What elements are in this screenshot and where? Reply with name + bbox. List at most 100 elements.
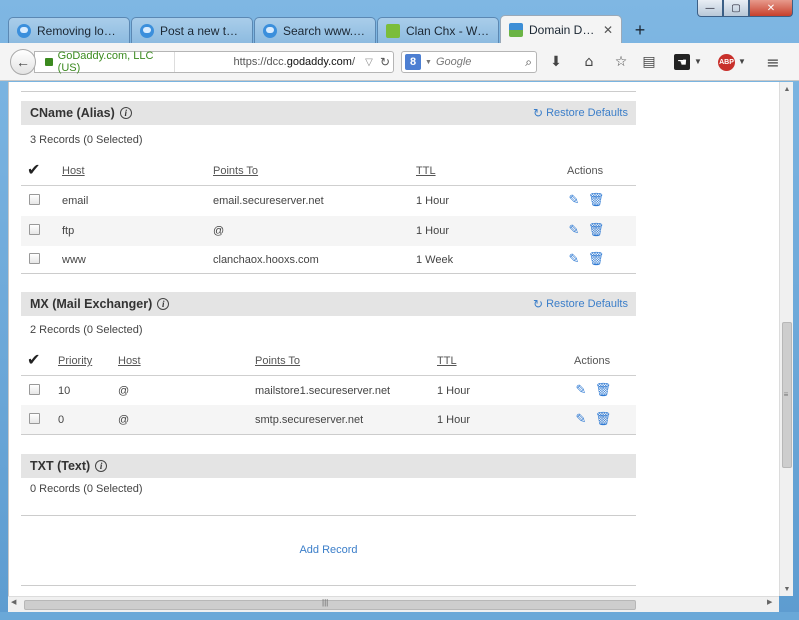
select-all-checkmark-icon[interactable]: ✔ bbox=[27, 160, 40, 179]
trash-icon[interactable]: 🗑 bbox=[588, 223, 605, 238]
ttl-cell: 1 Hour bbox=[416, 225, 450, 237]
trash-icon[interactable]: 🗑 bbox=[595, 383, 612, 398]
trash-icon[interactable]: 🗑 bbox=[588, 193, 605, 208]
edit-icon[interactable]: ✎ bbox=[567, 252, 581, 267]
priority-column-header[interactable]: Priority bbox=[58, 355, 92, 367]
chat-bubble-icon bbox=[140, 23, 154, 38]
url-prefix: https://dcc. bbox=[233, 56, 287, 68]
search-icon[interactable]: ⌕ bbox=[525, 55, 532, 70]
minimize-button[interactable]: — bbox=[697, 0, 723, 17]
row-checkbox[interactable] bbox=[29, 224, 40, 235]
cname-table-header: ✔ Host Points To TTL Actions bbox=[21, 156, 636, 186]
host-column-header[interactable]: Host bbox=[118, 355, 141, 367]
url-domain: godaddy.com bbox=[286, 56, 352, 68]
engine-dropdown-icon[interactable]: ▼ bbox=[425, 59, 432, 66]
points-to-cell: email.secureserver.net bbox=[213, 195, 324, 207]
host-cell: @ bbox=[118, 414, 130, 426]
horizontal-scrollbar[interactable]: ◀ ||| ▶ bbox=[8, 596, 779, 612]
add-record-link[interactable]: Add Record bbox=[21, 544, 636, 556]
ttl-cell: 1 Hour bbox=[416, 195, 450, 207]
url-text[interactable]: https://dcc.godaddy.com/ bbox=[175, 56, 361, 68]
search-bar[interactable]: 8 ▼ Google ⌕ bbox=[401, 51, 537, 73]
points-to-cell: @ bbox=[213, 225, 225, 237]
extension-hand-icon[interactable]: ☚ bbox=[674, 54, 690, 70]
ttl-cell: 1 Week bbox=[416, 254, 454, 266]
record-count: 2 Records (0 Selected) bbox=[30, 324, 143, 336]
reload-icon[interactable]: ↻ bbox=[377, 55, 393, 69]
dropdown-arrow-icon[interactable]: ▽ bbox=[361, 57, 377, 68]
trash-icon[interactable]: 🗑 bbox=[595, 412, 612, 427]
host-cell: www bbox=[62, 254, 86, 266]
tab-label: Domain Det... bbox=[529, 22, 599, 37]
edit-icon[interactable]: ✎ bbox=[567, 193, 581, 208]
info-icon[interactable]: i bbox=[119, 107, 132, 119]
home-icon[interactable]: ⌂ bbox=[580, 53, 598, 71]
vertical-scrollbar[interactable]: ▲ ≡ ▼ bbox=[779, 82, 793, 596]
edit-icon[interactable]: ✎ bbox=[574, 412, 588, 427]
tab-post-new-topic[interactable]: Post a new topic bbox=[131, 17, 253, 43]
host-column-header[interactable]: Host bbox=[62, 165, 85, 177]
lock-icon bbox=[45, 58, 53, 66]
ttl-cell: 1 Hour bbox=[437, 414, 471, 426]
tab-label: Post a new topic bbox=[160, 23, 244, 38]
browser-window: — ▢ ✕ Removing login... Post a new topic… bbox=[0, 0, 799, 620]
host-cell: ftp bbox=[62, 225, 75, 237]
adblock-dropdown-icon[interactable]: ▼ bbox=[738, 57, 746, 66]
scroll-left-arrow-icon[interactable]: ◀ bbox=[11, 598, 16, 606]
restore-label: Restore Defaults bbox=[546, 298, 628, 310]
restore-defaults-link[interactable]: ↻ Restore Defaults bbox=[533, 106, 628, 120]
extension-dropdown-icon[interactable]: ▼ bbox=[694, 57, 702, 66]
divider bbox=[21, 585, 636, 586]
select-all-checkmark-icon[interactable]: ✔ bbox=[27, 350, 40, 369]
adblock-plus-icon[interactable]: ABP bbox=[718, 54, 735, 71]
tab-search[interactable]: Search www.ch... bbox=[254, 17, 376, 43]
row-checkbox[interactable] bbox=[29, 413, 40, 424]
row-checkbox[interactable] bbox=[29, 194, 40, 205]
google-search-engine-icon[interactable]: 8 bbox=[405, 54, 421, 70]
ttl-column-header[interactable]: TTL bbox=[416, 165, 436, 177]
scroll-down-arrow-icon[interactable]: ▼ bbox=[780, 582, 794, 596]
navigation-toolbar: GoDaddy.com, LLC (US) https://dcc.godadd… bbox=[0, 43, 799, 81]
row-checkbox[interactable] bbox=[29, 253, 40, 264]
points-to-column-header[interactable]: Points To bbox=[255, 355, 300, 367]
download-icon[interactable]: ⬇ bbox=[547, 53, 565, 71]
edit-icon[interactable]: ✎ bbox=[574, 383, 588, 398]
back-button[interactable]: ← bbox=[10, 49, 36, 75]
tab-close-icon[interactable]: ✕ bbox=[603, 23, 613, 37]
divider bbox=[21, 91, 636, 92]
info-icon[interactable]: i bbox=[157, 298, 170, 310]
maximize-button[interactable]: ▢ bbox=[723, 0, 749, 17]
tab-removing-login[interactable]: Removing login... bbox=[8, 17, 130, 43]
points-to-column-header[interactable]: Points To bbox=[213, 165, 258, 177]
trash-icon[interactable]: 🗑 bbox=[588, 252, 605, 267]
scroll-right-arrow-icon[interactable]: ▶ bbox=[767, 598, 772, 606]
menu-icon[interactable]: ≡ bbox=[764, 53, 782, 72]
points-to-cell: smtp.secureserver.net bbox=[255, 414, 364, 426]
scroll-up-arrow-icon[interactable]: ▲ bbox=[780, 82, 794, 96]
divider bbox=[21, 515, 636, 516]
horizontal-scroll-thumb[interactable] bbox=[24, 600, 636, 610]
actions-column-header: Actions bbox=[574, 355, 611, 367]
search-placeholder: Google bbox=[435, 56, 472, 68]
edit-icon[interactable]: ✎ bbox=[567, 223, 581, 238]
back-arrow-icon: ← bbox=[16, 54, 30, 70]
url-bar[interactable]: GoDaddy.com, LLC (US) https://dcc.godadd… bbox=[34, 50, 394, 74]
close-window-button[interactable]: ✕ bbox=[749, 0, 793, 17]
table-row: ftp @ 1 Hour ✎ 🗑 bbox=[21, 216, 636, 246]
site-identity[interactable]: GoDaddy.com, LLC (US) bbox=[35, 50, 175, 74]
host-cell: email bbox=[62, 195, 89, 207]
new-tab-button[interactable]: + bbox=[627, 17, 653, 43]
tab-domain-details[interactable]: Domain Det... ✕ bbox=[500, 15, 622, 43]
clan-icon bbox=[386, 23, 400, 38]
table-row: 0 @ smtp.secureserver.net 1 Hour ✎ 🗑 bbox=[21, 405, 636, 435]
cname-section-header: CName (Alias) i ↻ Restore Defaults bbox=[21, 101, 636, 125]
ttl-column-header[interactable]: TTL bbox=[437, 355, 457, 367]
section-title: CName (Alias) bbox=[30, 106, 115, 120]
restore-defaults-link[interactable]: ↻ Restore Defaults bbox=[533, 297, 628, 311]
row-checkbox[interactable] bbox=[29, 384, 40, 395]
reading-list-icon[interactable]: ▤ bbox=[640, 53, 658, 71]
tab-clan-chx[interactable]: Clan Chx - Welc... bbox=[377, 17, 499, 43]
actions-column-header: Actions bbox=[567, 165, 604, 177]
bookmark-star-icon[interactable]: ☆ bbox=[612, 53, 630, 71]
info-icon[interactable]: i bbox=[95, 460, 108, 472]
